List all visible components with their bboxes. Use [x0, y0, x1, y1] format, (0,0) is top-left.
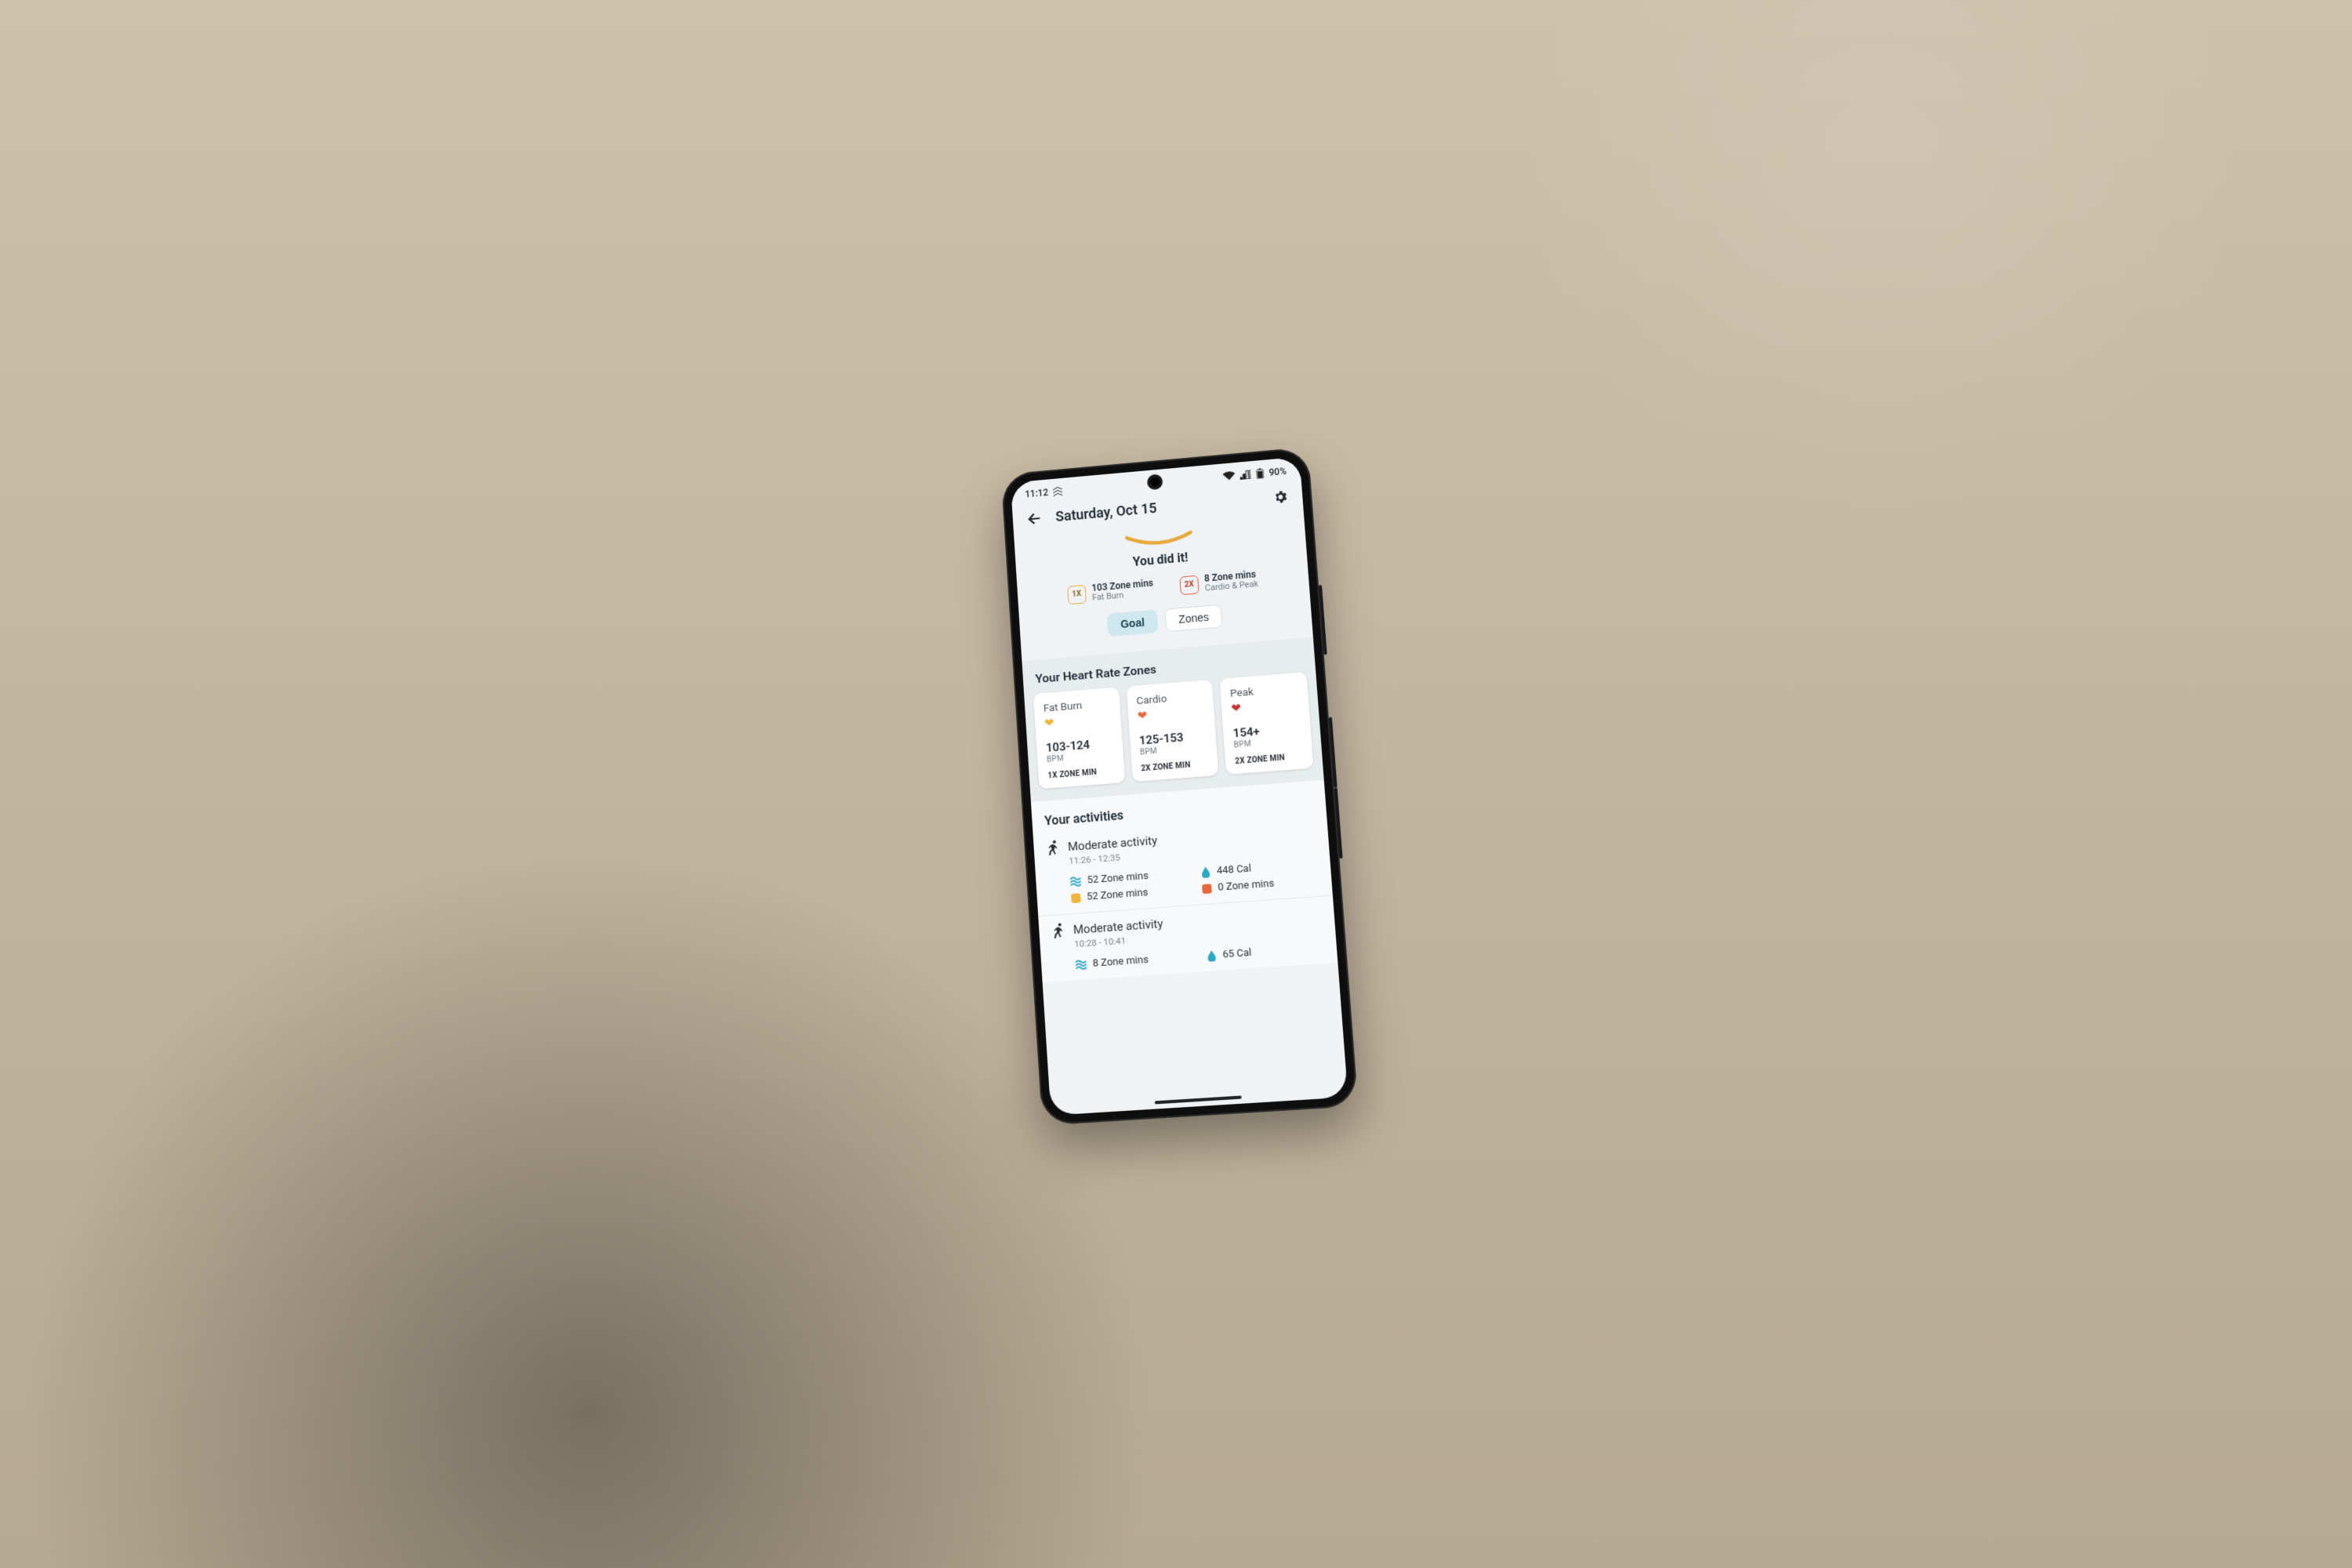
waves-icon	[1076, 959, 1087, 971]
stat-zone-amber: 52 Zone mins	[1071, 884, 1187, 905]
swoosh-icon	[1123, 529, 1194, 549]
tab-zones[interactable]: Zones	[1165, 604, 1223, 632]
zone-card-rule: 2X ZONE MIN	[1141, 760, 1209, 774]
hero: You did it! 1X 103 Zone mins Fat Burn 2X…	[1014, 515, 1313, 661]
zone-card-rule: 1X ZONE MIN	[1047, 767, 1115, 780]
zone-card-peak[interactable]: Peak ❤ 154+ BPM 2X ZONE MIN	[1220, 672, 1314, 775]
stat-text: 52 Zone mins	[1087, 870, 1149, 887]
stat-zone-orange: 0 Zone mins	[1202, 875, 1319, 895]
zone-card-fatburn[interactable]: Fat Burn ❤ 103-124 BPM 1X ZONE MIN	[1033, 688, 1125, 789]
stat-text: 8 Zone mins	[1092, 954, 1149, 970]
phone-frame: 11:12 90%	[1001, 447, 1359, 1126]
activities-section: Your activities Moderate activity 11:26 …	[1031, 780, 1338, 983]
square-orange-icon	[1202, 884, 1212, 894]
status-time: 11:12	[1025, 487, 1048, 499]
tab-goal[interactable]: Goal	[1107, 610, 1159, 637]
settings-button[interactable]	[1269, 485, 1292, 509]
zone-pill-fatburn: 1X 103 Zone mins Fat Burn	[1067, 579, 1155, 605]
zone-card-rule: 2X ZONE MIN	[1235, 753, 1304, 767]
screen: 11:12 90%	[1011, 457, 1348, 1116]
cast-icon	[1052, 486, 1063, 496]
scroll-content[interactable]: You did it! 1X 103 Zone mins Fat Burn 2X…	[1014, 515, 1348, 1116]
waves-icon	[1070, 876, 1082, 887]
segmented-control: Goal Zones	[1032, 598, 1300, 644]
walk-icon	[1046, 840, 1061, 856]
stat-cal: 65 Cal	[1207, 942, 1324, 962]
stat-text: 0 Zone mins	[1218, 878, 1275, 894]
stat-text: 52 Zone mins	[1087, 887, 1149, 903]
stat-text: 448 Cal	[1216, 863, 1251, 877]
signal-icon	[1240, 470, 1251, 480]
stat-text: 65 Cal	[1222, 947, 1252, 961]
stat-zone-mins: 8 Zone mins	[1075, 951, 1191, 971]
wifi-icon	[1222, 471, 1236, 481]
zone-pill-cardiopeak: 2X 8 Zone mins Cardio & Peak	[1179, 569, 1258, 595]
drop-icon	[1200, 866, 1210, 878]
drop-icon	[1207, 950, 1217, 962]
multiplier-badge: 1X	[1067, 585, 1087, 604]
battery-pct: 90%	[1269, 466, 1287, 478]
back-button[interactable]	[1023, 507, 1046, 531]
zone-card-cardio[interactable]: Cardio ❤ 125-153 BPM 2X ZONE MIN	[1126, 680, 1218, 782]
walk-icon	[1051, 923, 1066, 939]
multiplier-badge: 2X	[1179, 575, 1199, 595]
battery-icon	[1254, 468, 1265, 480]
square-amber-icon	[1071, 893, 1081, 903]
